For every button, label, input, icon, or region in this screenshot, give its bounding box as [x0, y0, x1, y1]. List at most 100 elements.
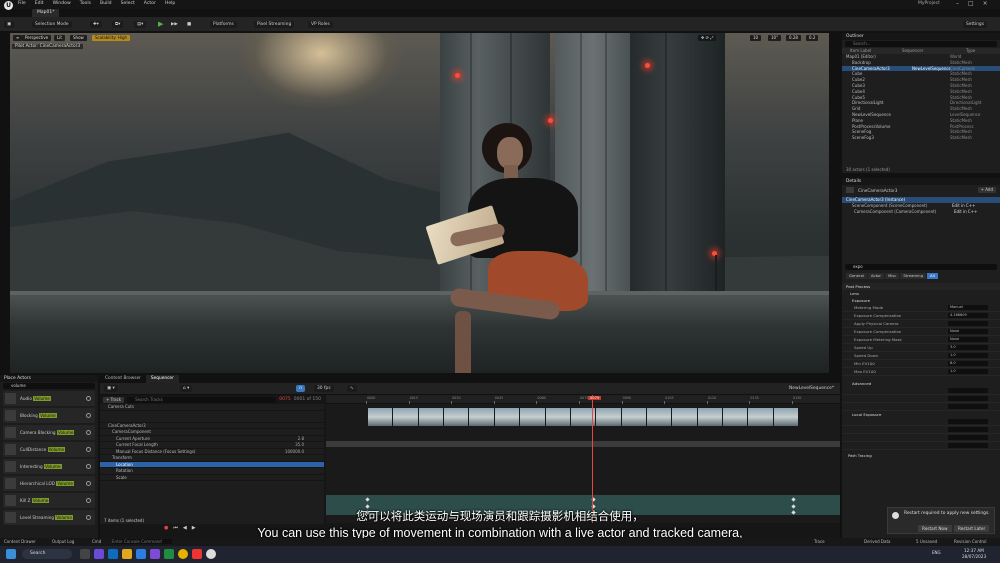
restart-later-button[interactable]: Restart Later: [954, 525, 990, 532]
perspective-button[interactable]: Perspective: [22, 35, 52, 41]
lit-button[interactable]: Lit: [54, 35, 65, 41]
menu-item-edit[interactable]: Edit: [35, 1, 44, 6]
selection-mode-button[interactable]: Selection Mode: [32, 21, 72, 28]
app-icon[interactable]: [192, 549, 202, 559]
save-icon[interactable]: ▣: [4, 21, 15, 28]
chrome-icon[interactable]: [178, 549, 188, 559]
actor-list-item[interactable]: Kill Z Volume: [3, 493, 95, 508]
windows-start-icon[interactable]: [6, 549, 16, 559]
step-icon[interactable]: ▶▶: [168, 21, 181, 28]
curve-editor-icon[interactable]: ∿: [347, 385, 357, 392]
vp-roles-button[interactable]: VP Roles: [308, 21, 333, 28]
task-view-icon[interactable]: [80, 549, 90, 559]
property-value[interactable]: 1.0: [948, 369, 988, 375]
actor-list-item[interactable]: Hierarchical LOD Volume: [3, 476, 95, 491]
app-icon[interactable]: [150, 549, 160, 559]
add-track-button[interactable]: + Track: [103, 396, 125, 403]
place-actors-search-input[interactable]: volume: [3, 383, 95, 389]
details-tab-actor[interactable]: Actor: [867, 273, 884, 280]
info-icon[interactable]: [86, 498, 91, 503]
section-exposure[interactable]: Exposure: [842, 297, 1000, 305]
property-value[interactable]: 1.0: [948, 353, 988, 359]
track-value[interactable]: 100000.0: [285, 449, 304, 455]
menu-item-select[interactable]: Select: [121, 1, 135, 6]
camera-cut-thumbnails[interactable]: [368, 408, 799, 426]
actor-bar[interactable]: [326, 441, 840, 447]
map-tab[interactable]: Map01*: [32, 9, 60, 17]
col-type[interactable]: Type: [966, 48, 975, 54]
app-icon[interactable]: [108, 549, 118, 559]
edit-in-cpp-link[interactable]: Edit in C++: [954, 209, 977, 215]
scalability-badge[interactable]: Scalability: High: [92, 35, 131, 41]
snap-icon[interactable]: ∩: [296, 385, 306, 392]
details-tab-all[interactable]: All: [926, 273, 938, 280]
blueprint-icon[interactable]: ⧉▾: [112, 21, 124, 28]
actor-list-item[interactable]: Audio Volume: [3, 391, 95, 406]
info-icon[interactable]: [86, 447, 91, 452]
app-icon[interactable]: [94, 549, 104, 559]
section-advanced[interactable]: Advanced: [842, 380, 1000, 388]
app-icon[interactable]: [136, 549, 146, 559]
play-icon[interactable]: ▶: [158, 21, 163, 28]
file-explorer-icon[interactable]: [122, 549, 132, 559]
language-indicator[interactable]: ENG: [932, 550, 941, 555]
actor-list-item[interactable]: CullDistance Volume: [3, 442, 95, 457]
actor-list-item[interactable]: Blocking Volume: [3, 408, 95, 423]
add-actor-icon[interactable]: ✚▾: [90, 21, 102, 28]
pixel-streaming-button[interactable]: Pixel Streaming: [254, 21, 295, 28]
outliner-search-input[interactable]: Search...: [845, 41, 997, 47]
unsaved-button[interactable]: 5 Unsaved: [916, 539, 937, 544]
camera-speed-value[interactable]: 0.28: [786, 35, 801, 41]
actor-list-item[interactable]: Interesting Volume: [3, 459, 95, 474]
output-log-button[interactable]: Output Log: [52, 539, 74, 544]
maximize-icon[interactable]: □: [968, 0, 974, 7]
track-value[interactable]: 35.0: [295, 442, 304, 448]
level-viewport[interactable]: ≡ Perspective Lit Show Scalability: High…: [10, 33, 829, 373]
details-tab-general[interactable]: General: [846, 273, 867, 280]
menu-item-file[interactable]: File: [18, 1, 26, 6]
menu-item-build[interactable]: Build: [100, 1, 112, 6]
playhead[interactable]: [592, 395, 593, 523]
revision-control-button[interactable]: Revision Control: [954, 539, 986, 544]
cinematics-icon[interactable]: ▤▾: [134, 21, 147, 28]
derived-data-button[interactable]: Derived Data: [864, 539, 891, 544]
timeline[interactable]: 0000 0015 0030 0045 0060 0075 0090 0105 0120 0135…: [326, 395, 840, 523]
info-icon[interactable]: [86, 464, 91, 469]
property-value[interactable]: 8.0: [948, 361, 988, 367]
actor-list-item[interactable]: Camera Blocking Volume: [3, 425, 95, 440]
track-row[interactable]: [100, 411, 324, 423]
restart-now-button[interactable]: Restart Now: [918, 525, 952, 532]
minimize-icon[interactable]: –: [956, 0, 959, 7]
angle-snap-value[interactable]: 10°: [768, 35, 782, 41]
track-row[interactable]: Scale: [100, 475, 324, 481]
info-icon[interactable]: [86, 396, 91, 401]
viewport-menu-icon[interactable]: ≡: [13, 35, 23, 41]
platforms-button[interactable]: Platforms: [210, 21, 237, 28]
section-local-exposure[interactable]: Local Exposure: [842, 411, 1000, 419]
property-value[interactable]: None: [948, 337, 988, 343]
fov-value[interactable]: 0.2: [806, 35, 819, 41]
fps-dropdown[interactable]: 30 fps: [314, 385, 334, 392]
details-search-input[interactable]: expo: [845, 264, 997, 271]
sequencer-save-icon[interactable]: ▣ ▾: [104, 385, 118, 392]
property-value[interactable]: [948, 321, 988, 327]
section-post-process[interactable]: Post Process: [842, 283, 1000, 291]
unreal-engine-icon[interactable]: [206, 549, 216, 559]
component-row[interactable]: CameraComponent (CameraComponent) Edit in…: [842, 209, 1000, 215]
menu-item-help[interactable]: Help: [165, 1, 175, 6]
menu-item-window[interactable]: Window: [53, 1, 71, 6]
section-path-tracing[interactable]: Path Tracing: [842, 452, 1000, 460]
info-icon[interactable]: [86, 481, 91, 486]
outliner-row[interactable]: SceneFog3 StaticMesh: [842, 135, 1000, 141]
current-frame[interactable]: 0075: [279, 397, 290, 402]
clock-time[interactable]: 12:37 AM: [964, 548, 984, 553]
info-icon[interactable]: [86, 430, 91, 435]
unreal-logo-icon[interactable]: U: [4, 1, 13, 10]
taskbar-search[interactable]: Search: [22, 549, 72, 559]
show-button[interactable]: Show: [70, 35, 87, 41]
add-component-button[interactable]: + Add: [977, 187, 996, 193]
console-input[interactable]: Enter Console Command: [112, 539, 172, 544]
camera-icon[interactable]: ⌂ ▾: [180, 385, 193, 392]
tab-sequencer[interactable]: Sequencer: [145, 375, 179, 383]
grid-snap-value[interactable]: 10: [750, 35, 762, 41]
